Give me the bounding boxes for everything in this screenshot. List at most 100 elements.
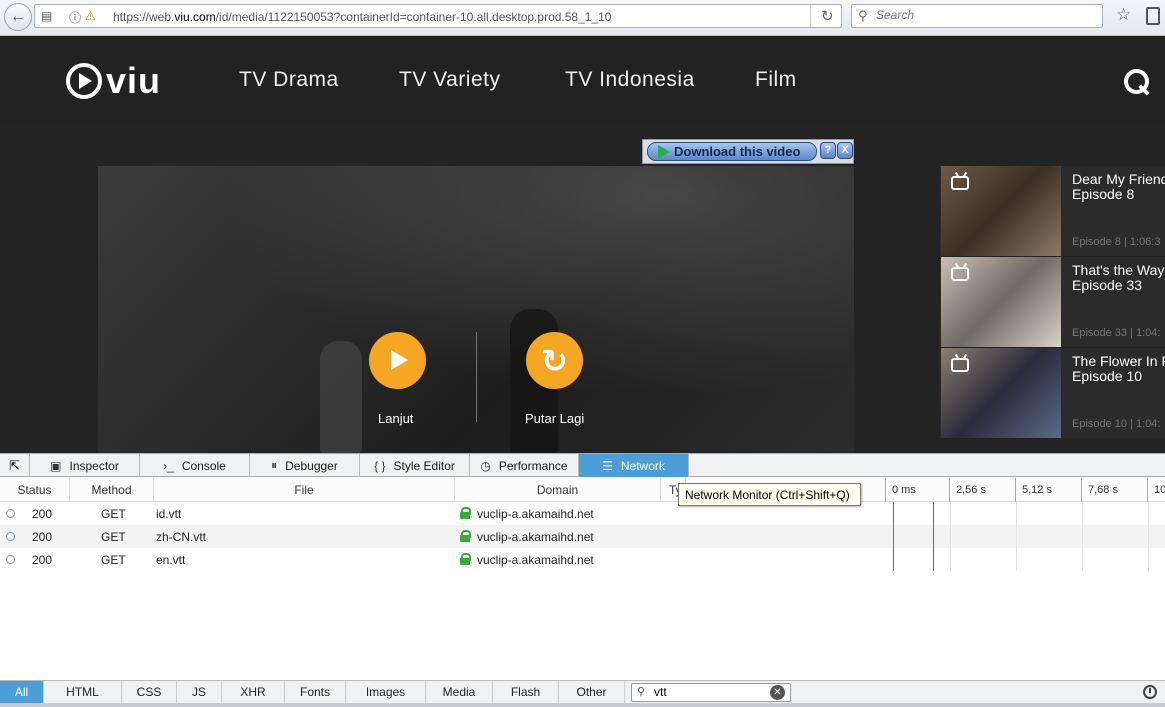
nav-tv-variety[interactable]: TV Variety [399,68,500,92]
clear-filter-icon[interactable]: ✕ [770,685,785,700]
filter-html[interactable]: HTML [44,681,122,703]
network-monitor-tooltip: Network Monitor (Ctrl+Shift+Q) [678,483,861,506]
timeline-tick: 10 [1147,478,1165,502]
tab-label: Debugger [285,458,338,473]
network-lines-icon: ☰ [602,458,613,473]
tab-inspector[interactable]: ▣ Inspector [30,454,140,477]
nav-film[interactable]: Film [755,68,797,92]
tab-performance[interactable]: ◷ Performance [470,454,579,477]
video-player[interactable]: ↻ Lanjut Putar Lagi [98,166,854,453]
col-file[interactable]: File [154,478,455,502]
col-domain[interactable]: Domain [455,478,661,502]
gauge-icon: ◷ [480,458,491,473]
back-arrow-icon[interactable]: ← [4,3,32,31]
episode-title: That's the Way Episode 33 [1072,263,1164,293]
filter-fonts[interactable]: Fonts [285,681,346,703]
nav-tv-indonesia[interactable]: TV Indonesia [565,68,695,92]
console-icon: ›_ [163,458,174,473]
row-file: id.vtt [156,507,182,521]
row-status: 200 [32,530,53,544]
episode-card[interactable]: Dear My FriendsEpisode 8 Episode 8 | 1:0… [940,166,1165,256]
timeline-gridline [1082,502,1083,571]
filter-url-box[interactable]: ⚲ ✕ [631,683,791,702]
continue-label: Lanjut [378,411,414,426]
reload-icon[interactable]: ↻ [821,7,834,25]
tab-label: Console [181,458,226,473]
continue-play-button[interactable] [369,332,426,389]
waterfall-timeline [886,502,1165,571]
filter-flash[interactable]: Flash [493,681,559,703]
row-domain: vuclip-a.akamaihd.net [477,507,594,521]
tv-icon [951,176,969,190]
devtools-panel: ⇱ ▣ Inspector ›_ Console ⏸ Debugger { } Styl… [0,453,1165,707]
episode-card[interactable]: That's the Way Episode 33 Episode 33 | 1:… [940,257,1165,347]
episode-meta: Episode 10 | 1:04: [1072,418,1161,430]
site-header: viu TV Drama TV Variety TV Indonesia Fil… [0,36,1165,122]
row-file: en.vtt [156,553,186,567]
filter-all[interactable]: All [0,681,44,703]
episode-number: Episode 8 [1072,186,1135,202]
sidebar-icon[interactable]: ▤ [41,9,52,23]
col-method[interactable]: Method [70,478,154,502]
row-method: GET [101,507,126,521]
timeline-tick: 7,68 s [1081,478,1147,502]
url-domain: viu.com [174,10,216,24]
filter-js[interactable]: JS [177,681,222,703]
tv-icon [951,267,969,281]
viu-play-logo-icon [66,63,102,99]
row-method: GET [101,530,126,544]
tab-network[interactable]: ☰ Network [579,454,689,477]
nav-tv-drama[interactable]: TV Drama [239,68,339,92]
performance-timer-icon[interactable] [1143,685,1157,699]
tab-console[interactable]: ›_ Console [140,454,250,477]
filter-url-input[interactable] [654,685,764,699]
episode-show-name: Dear My Friends [1072,171,1165,187]
tab-debugger[interactable]: ⏸ Debugger [250,454,360,477]
tab-label: Style Editor [393,458,455,473]
request-status-dot-icon [6,555,15,564]
url-text[interactable]: https://web.viu.com/id/media/1122150053?… [113,10,611,24]
filter-other[interactable]: Other [559,681,625,703]
download-label: Download this video [674,144,801,159]
dom-content-loaded-marker [893,502,894,571]
timeline-tick: 2,56 s [949,478,1015,502]
close-icon[interactable]: X [837,142,853,159]
episode-show-name: The Flower In P [1072,353,1165,369]
episode-thumbnail [941,348,1061,438]
request-status-dot-icon [6,509,15,518]
help-icon[interactable]: ? [820,142,836,159]
row-file: zh-CN.vtt [156,530,207,544]
timeline-gridline [950,502,951,571]
filter-css[interactable]: CSS [122,681,177,703]
viu-logo[interactable]: viu [66,63,161,99]
search-icon: ⚲ [637,686,646,698]
tab-label: Performance [498,458,568,473]
episode-number: Episode 10 [1072,368,1143,384]
row-domain: vuclip-a.akamaihd.net [477,530,594,544]
player-divider [476,332,477,422]
clipboard-icon[interactable] [1146,7,1160,25]
browser-search-input[interactable] [876,8,1096,22]
col-status[interactable]: Status [0,478,70,502]
request-status-dot-icon [6,532,15,541]
filter-media[interactable]: Media [426,681,493,703]
row-status: 200 [32,507,53,521]
browser-search-box[interactable]: ⚲ [851,4,1103,28]
info-icon[interactable]: ⓘ [69,9,81,26]
episode-card[interactable]: The Flower In P Episode 10 Episode 10 | 1… [940,348,1165,438]
filter-images[interactable]: Images [346,681,426,703]
load-event-marker [933,502,934,571]
episode-thumbnail [941,166,1061,256]
url-bar[interactable]: ▤ ⓘ ⚠ https://web.viu.com/id/media/11221… [34,4,842,28]
timeline-gridline [1016,502,1017,571]
episode-thumbnail [941,257,1061,347]
lock-icon [460,530,471,542]
download-video-button[interactable]: Download this video [647,142,817,161]
bookmark-star-icon[interactable]: ☆ [1116,5,1131,25]
tab-style-editor[interactable]: { } Style Editor [360,454,470,477]
site-search-icon[interactable] [1124,69,1150,95]
element-picker-icon[interactable]: ⇱ [0,454,30,477]
filter-xhr[interactable]: XHR [222,681,285,703]
warning-lock-icon[interactable]: ⚠ [85,9,96,23]
replay-button[interactable]: ↻ [526,332,583,389]
